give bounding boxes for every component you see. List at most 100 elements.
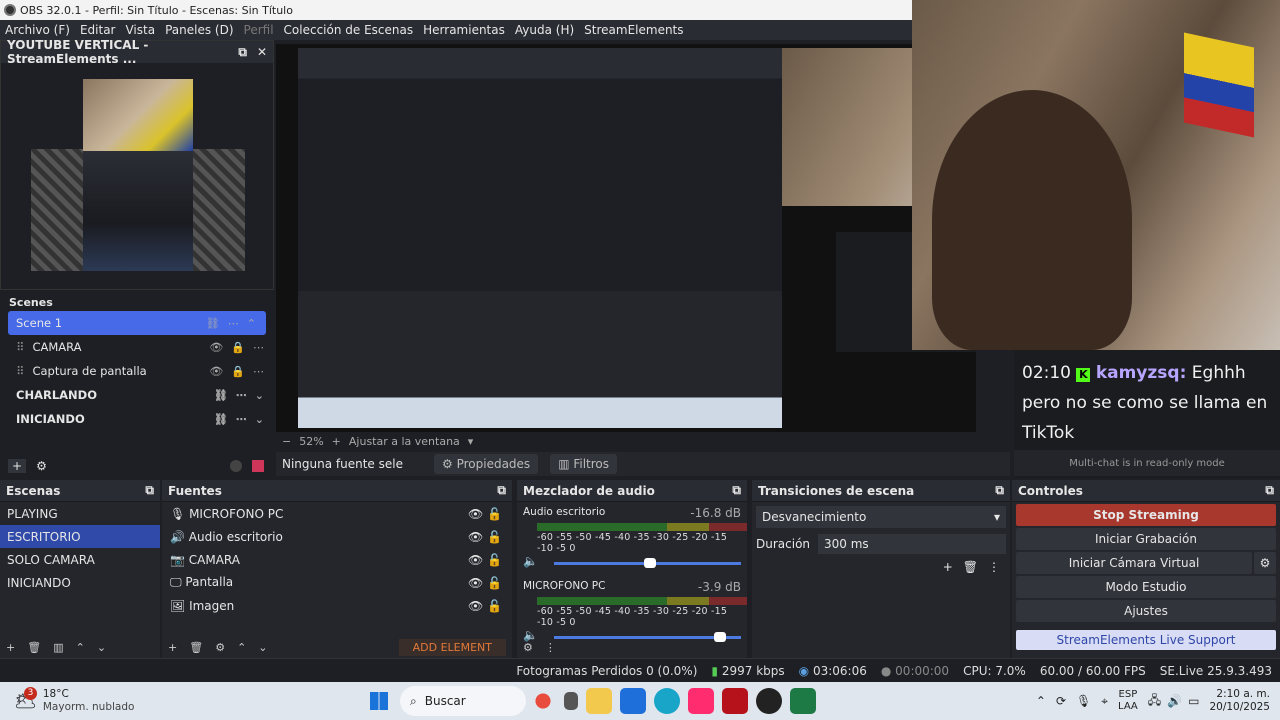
scene-item-solo-camara[interactable]: SOLO CAMARA xyxy=(0,548,160,571)
more-icon[interactable]: ⋯ xyxy=(236,389,247,402)
more-icon[interactable]: ⋮ xyxy=(545,641,556,654)
eye-icon[interactable]: 👁 xyxy=(468,599,483,613)
record-toggle-icon[interactable] xyxy=(252,460,264,472)
add-icon[interactable]: + xyxy=(943,560,953,574)
eye-icon[interactable]: 👁 xyxy=(209,341,223,354)
sync-icon[interactable]: ⟳ xyxy=(1056,694,1066,708)
settings-button[interactable]: Ajustes xyxy=(1016,600,1276,622)
float-icon[interactable]: ⧉ xyxy=(995,483,1004,498)
zoom-minus-icon[interactable]: − xyxy=(282,435,291,448)
link-icon[interactable]: ⛓ xyxy=(214,389,228,402)
gear-icon[interactable]: ⚙ xyxy=(215,641,225,654)
menu-ayuda[interactable]: Ayuda (H) xyxy=(510,23,579,37)
slider-knob[interactable] xyxy=(644,557,657,568)
eye-icon[interactable]: 👁 xyxy=(468,530,483,544)
file-explorer-icon[interactable] xyxy=(586,688,612,714)
chevron-down-icon[interactable]: ⌄ xyxy=(255,413,264,426)
more-icon[interactable]: ⋯ xyxy=(228,317,239,330)
network-icon[interactable]: 🖧 xyxy=(1148,691,1161,712)
drag-handle-icon[interactable]: ⠿ xyxy=(16,364,24,378)
lock-icon[interactable]: 🔓 xyxy=(487,599,502,613)
zoom-plus-icon[interactable]: + xyxy=(332,435,341,448)
menu-vista[interactable]: Vista xyxy=(120,23,160,37)
lock-icon[interactable]: 🔓 xyxy=(487,530,502,544)
source-item[interactable]: 📷 CAMARA 👁 🔓 xyxy=(162,548,512,571)
volume-icon[interactable]: 🔊 xyxy=(1167,694,1182,708)
volume-slider[interactable] xyxy=(553,557,741,568)
menu-herramientas[interactable]: Herramientas xyxy=(418,23,510,37)
more-icon[interactable]: ⋯ xyxy=(253,365,264,378)
store-icon[interactable] xyxy=(620,688,646,714)
virtual-camera-button[interactable]: Iniciar Cámara Virtual xyxy=(1016,552,1252,574)
more-icon[interactable]: ⋮ xyxy=(988,560,1000,574)
language-indicator[interactable]: ESP LAA xyxy=(1118,689,1138,713)
eye-icon[interactable]: 👁 xyxy=(468,576,483,590)
source-item[interactable]: 🖵 Pantalla 👁 🔓 xyxy=(162,571,512,594)
drag-handle-icon[interactable]: ⠿ xyxy=(16,340,24,354)
vertical-source-camara[interactable]: ⠿ CAMARA 👁 🔒 ⋯ xyxy=(0,335,274,359)
scene-item-escritorio[interactable]: ESCRITORIO xyxy=(0,525,160,548)
menu-perfil[interactable]: Perfil xyxy=(239,23,279,37)
chevron-up-icon[interactable]: ⌃ xyxy=(247,317,256,330)
windows-start-icon[interactable] xyxy=(370,692,388,710)
source-item[interactable]: 🔊 Audio escritorio 👁 🔓 xyxy=(162,525,512,548)
lock-icon[interactable]: 🔒 xyxy=(231,341,245,354)
eye-icon[interactable]: 👁 xyxy=(468,507,483,521)
move-up-icon[interactable]: ⌃ xyxy=(76,641,85,654)
filters-button[interactable]: ▥ Filtros xyxy=(550,454,618,474)
chevron-down-icon[interactable]: ⌄ xyxy=(255,389,264,402)
add-icon[interactable]: + xyxy=(168,641,177,654)
lock-icon[interactable]: 🔓 xyxy=(487,507,502,521)
source-item[interactable]: 🎙 MICROFONO PC 👁 🔓 xyxy=(162,502,512,525)
speaker-icon[interactable]: 🔈 xyxy=(523,554,538,568)
menu-coleccion-escenas[interactable]: Colección de Escenas xyxy=(279,23,419,37)
vertical-source-captura[interactable]: ⠿ Captura de pantalla 👁 🔒 ⋯ xyxy=(0,359,274,383)
eye-icon[interactable]: 👁 xyxy=(468,553,483,567)
menu-streamelements[interactable]: StreamElements xyxy=(579,23,688,37)
float-icon[interactable]: ⧉ xyxy=(145,483,154,498)
vertical-scene-iniciando[interactable]: INICIANDO ⛓ ⋯ ⌄ xyxy=(0,407,274,431)
move-up-icon[interactable]: ⌃ xyxy=(237,641,246,654)
vertical-scene-1[interactable]: Scene 1 ⛓ ⋯ ⌃ xyxy=(8,311,266,335)
eye-icon[interactable]: 👁 xyxy=(209,365,223,378)
start-recording-button[interactable]: Iniciar Grabación xyxy=(1016,528,1276,550)
more-icon[interactable]: ⋯ xyxy=(253,341,264,354)
gear-icon[interactable]: ⚙ xyxy=(523,641,533,654)
close-icon[interactable]: ✕ xyxy=(257,45,267,60)
stop-streaming-button[interactable]: Stop Streaming xyxy=(1016,504,1276,526)
chat-user[interactable]: kamyzsq: xyxy=(1096,363,1187,383)
chevron-up-icon[interactable]: ⌃ xyxy=(1036,694,1046,708)
menu-editar[interactable]: Editar xyxy=(75,23,121,37)
studio-mode-button[interactable]: Modo Estudio xyxy=(1016,576,1276,598)
main-preview[interactable] xyxy=(276,44,976,432)
float-icon[interactable]: ⧉ xyxy=(497,483,506,498)
scene-item-iniciando[interactable]: INICIANDO xyxy=(0,571,160,594)
duration-input[interactable]: 300 ms xyxy=(818,534,1006,554)
task-view-icon[interactable] xyxy=(564,692,578,710)
vertical-scene-charlando[interactable]: CHARLANDO ⛓ ⋯ ⌄ xyxy=(0,383,274,407)
add-icon[interactable]: + xyxy=(8,459,27,473)
link-icon[interactable]: ⛓ xyxy=(214,413,228,426)
transition-select[interactable]: Desvanecimiento ▾ xyxy=(756,506,1006,528)
float-icon[interactable]: ⧉ xyxy=(238,45,247,60)
scene-item-playing[interactable]: PLAYING xyxy=(0,502,160,525)
weather-widget[interactable]: 🌥 3 18°C Mayorm. nublado xyxy=(0,686,370,714)
fit-window-label[interactable]: Ajustar a la ventana xyxy=(349,435,460,448)
more-icon[interactable]: ⋯ xyxy=(236,413,247,426)
mic-icon[interactable]: 🎙 xyxy=(1076,694,1091,708)
lock-icon[interactable]: 🔓 xyxy=(487,576,502,590)
float-icon[interactable]: ⧉ xyxy=(1265,483,1274,498)
chevron-down-icon[interactable]: ▾ xyxy=(468,435,474,448)
filter-icon[interactable]: ▥ xyxy=(53,641,63,654)
stream-toggle-icon[interactable] xyxy=(230,460,242,472)
source-item[interactable]: 🖼 Imagen 👁 🔓 xyxy=(162,594,512,617)
float-icon[interactable]: ⧉ xyxy=(732,483,741,498)
tiktok-icon[interactable] xyxy=(688,688,714,714)
move-down-icon[interactable]: ⌄ xyxy=(258,641,267,654)
menu-archivo[interactable]: Archivo (F) xyxy=(0,23,75,37)
move-down-icon[interactable]: ⌄ xyxy=(97,641,106,654)
add-icon[interactable]: + xyxy=(6,641,15,654)
excel-icon[interactable] xyxy=(790,688,816,714)
gear-icon[interactable]: ⚙ xyxy=(36,459,47,473)
properties-button[interactable]: ⚙ Propiedades xyxy=(434,454,539,474)
